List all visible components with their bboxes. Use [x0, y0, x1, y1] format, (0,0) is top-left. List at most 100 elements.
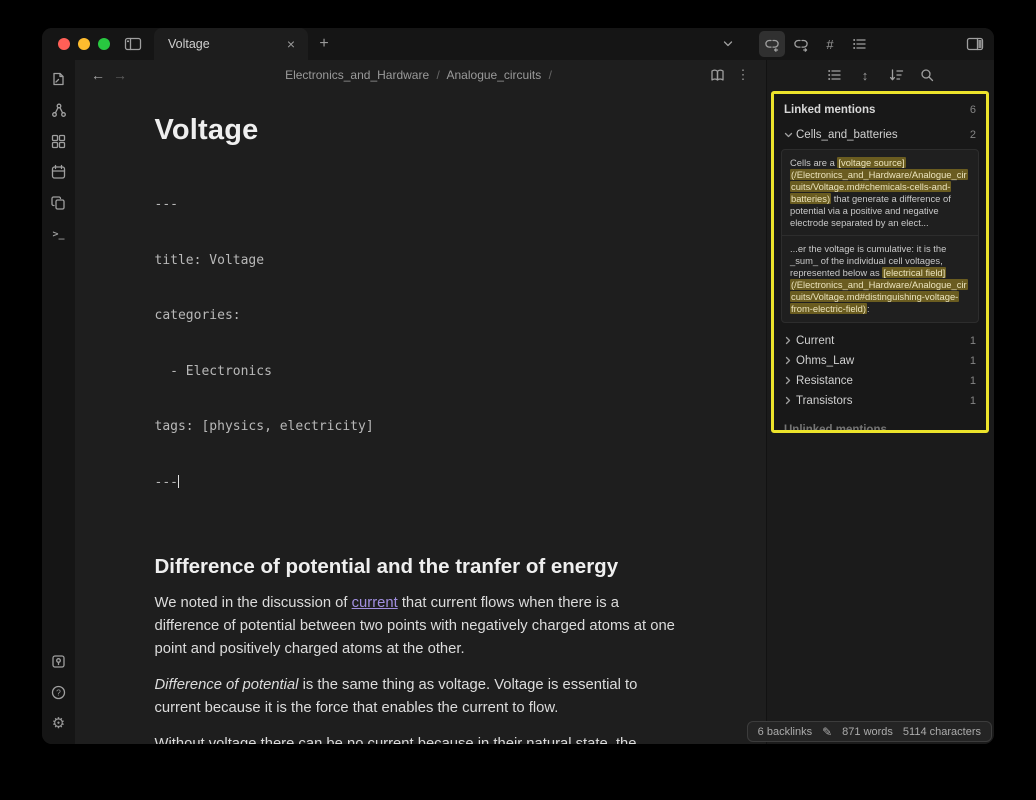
new-note-icon[interactable] — [48, 68, 70, 90]
vault-switcher-icon[interactable] — [48, 650, 70, 672]
hash-glyph: # — [826, 37, 833, 52]
gear-glyph: ⚙ — [52, 714, 65, 732]
tags-icon[interactable]: # — [817, 31, 843, 57]
backlink-snippet[interactable]: ...er the voltage is cumulative: it is t… — [782, 235, 978, 321]
chevron-right-icon — [784, 396, 796, 405]
linked-mentions-count: 6 — [970, 104, 976, 116]
app-window: Voltage × + — [42, 28, 994, 744]
editor-pane-header: ← → Electronics_and_Hardware / Analogue_… — [75, 60, 766, 90]
help-icon[interactable]: ? — [48, 681, 70, 703]
frontmatter-block: --- title: Voltage categories: - Electro… — [155, 159, 687, 529]
close-window-button[interactable] — [58, 38, 70, 50]
tab-voltage[interactable]: Voltage × — [154, 28, 308, 60]
breadcrumb-folder[interactable]: Electronics_and_Hardware — [285, 68, 429, 82]
tab-list-chevron-icon[interactable] — [715, 31, 741, 57]
backlink-group-resistance[interactable]: Resistance 1 — [779, 371, 981, 391]
titlebar-actions: # — [715, 31, 994, 57]
reading-mode-icon[interactable] — [706, 64, 728, 86]
breadcrumb-separator: / — [545, 68, 556, 82]
backlink-group-current[interactable]: Current 1 — [779, 331, 981, 351]
breadcrumb: Electronics_and_Hardware / Analogue_circ… — [75, 68, 766, 82]
more-options-icon[interactable]: ⋮ — [732, 64, 754, 86]
snippet-text: Cells are a — [790, 157, 837, 168]
paragraph: Without voltage there can be no current … — [155, 733, 687, 744]
chevron-right-icon — [784, 336, 796, 345]
group-count: 1 — [970, 375, 976, 387]
paragraph-text: We noted in the discussion of — [155, 595, 352, 611]
backlink-results: Cells are a [voltage source](/Electronic… — [781, 149, 979, 323]
daily-note-icon[interactable] — [48, 161, 70, 183]
close-tab-icon[interactable]: × — [282, 35, 300, 53]
edit-mode-icon: ✎ — [822, 725, 832, 739]
text-cursor — [178, 475, 179, 488]
frontmatter-line: - Electronics — [155, 363, 687, 382]
group-label: Transistors — [796, 395, 970, 407]
canvas-icon[interactable] — [48, 130, 70, 152]
editor-pane: ← → Electronics_and_Hardware / Analogue_… — [75, 60, 766, 744]
word-count-status: 871 words — [842, 726, 893, 738]
linked-mentions-label: Linked mentions — [784, 104, 875, 116]
frontmatter-line: title: Voltage — [155, 252, 687, 271]
backlink-group-transistors[interactable]: Transistors 1 — [779, 391, 981, 411]
titlebar: Voltage × + — [42, 28, 994, 60]
frontmatter-line: --- — [155, 474, 687, 493]
note-editor[interactable]: Voltage --- title: Voltage categories: -… — [155, 90, 687, 744]
internal-link-current[interactable]: current — [352, 595, 398, 611]
paragraph: We noted in the discussion of current th… — [155, 592, 687, 661]
backlink-count-status: 6 backlinks — [758, 726, 812, 738]
breadcrumb-subfolder[interactable]: Analogue_circuits — [447, 68, 542, 82]
pane-header-actions: ⋮ — [706, 64, 754, 86]
backlink-group-ohms-law[interactable]: Ohms_Law 1 — [779, 351, 981, 371]
group-label: Cells_and_batteries — [796, 129, 970, 141]
chevron-right-icon — [784, 356, 796, 365]
frontmatter-line: tags: [physics, electricity] — [155, 418, 687, 437]
backlinks-pane-toolbar: ↕ — [767, 60, 994, 90]
search-icon[interactable] — [917, 65, 937, 85]
new-tab-icon[interactable]: + — [312, 32, 336, 56]
chevron-right-icon — [784, 376, 796, 385]
group-count: 1 — [970, 355, 976, 367]
group-count: 1 — [970, 395, 976, 407]
bullet-list-icon[interactable] — [824, 65, 844, 85]
sort-order-icon[interactable] — [886, 65, 906, 85]
section-heading: Difference of potential and the tranfer … — [155, 555, 687, 579]
graph-view-icon[interactable] — [48, 99, 70, 121]
show-more-context-icon[interactable]: ↕ — [855, 65, 875, 85]
minimize-window-button[interactable] — [78, 38, 90, 50]
paragraph: Difference of potential is the same thin… — [155, 674, 687, 720]
frontmatter-line: --- — [155, 196, 687, 215]
templates-icon[interactable] — [48, 192, 70, 214]
frontmatter-end: --- — [155, 475, 178, 490]
status-bar: 6 backlinks ✎ 871 words 5114 characters — [747, 721, 992, 742]
group-label: Ohms_Law — [796, 355, 970, 367]
backlink-snippet[interactable]: Cells are a [voltage source](/Electronic… — [782, 150, 978, 235]
italic-text: Difference of potential — [155, 677, 299, 693]
snippet-text: : — [867, 303, 870, 314]
window-controls — [42, 38, 120, 50]
terminal-glyph: >_ — [52, 229, 64, 240]
zoom-window-button[interactable] — [98, 38, 110, 50]
left-sidebar-toggle-icon[interactable] — [120, 31, 146, 57]
linked-mentions-panel: Linked mentions 6 Cells_and_batteries 2 … — [771, 91, 989, 433]
backlink-group-cells-and-batteries[interactable]: Cells_and_batteries 2 — [779, 125, 981, 145]
group-label: Resistance — [796, 375, 970, 387]
unlinked-mentions-header[interactable]: Unlinked mentions — [779, 411, 981, 433]
group-label: Current — [796, 335, 970, 347]
group-count: 2 — [970, 129, 976, 141]
chevron-down-icon — [784, 131, 796, 139]
group-count: 1 — [970, 335, 976, 347]
forward-icon[interactable]: → — [109, 64, 131, 86]
right-sidebar-toggle-icon[interactable] — [962, 31, 988, 57]
tab-title: Voltage — [168, 37, 282, 51]
outgoing-links-icon[interactable] — [788, 31, 814, 57]
left-ribbon: >_ ? ⚙ — [42, 60, 75, 744]
backlinks-icon[interactable] — [759, 31, 785, 57]
editor-scroll-area: Voltage --- title: Voltage categories: -… — [75, 90, 766, 744]
svg-text:?: ? — [56, 687, 61, 697]
back-icon[interactable]: ← — [87, 64, 109, 86]
terminal-icon[interactable]: >_ — [48, 223, 70, 245]
right-sidebar: ↕ — [766, 60, 994, 744]
settings-icon[interactable]: ⚙ — [48, 712, 70, 734]
outline-icon[interactable] — [846, 31, 872, 57]
frontmatter-line: categories: — [155, 307, 687, 326]
